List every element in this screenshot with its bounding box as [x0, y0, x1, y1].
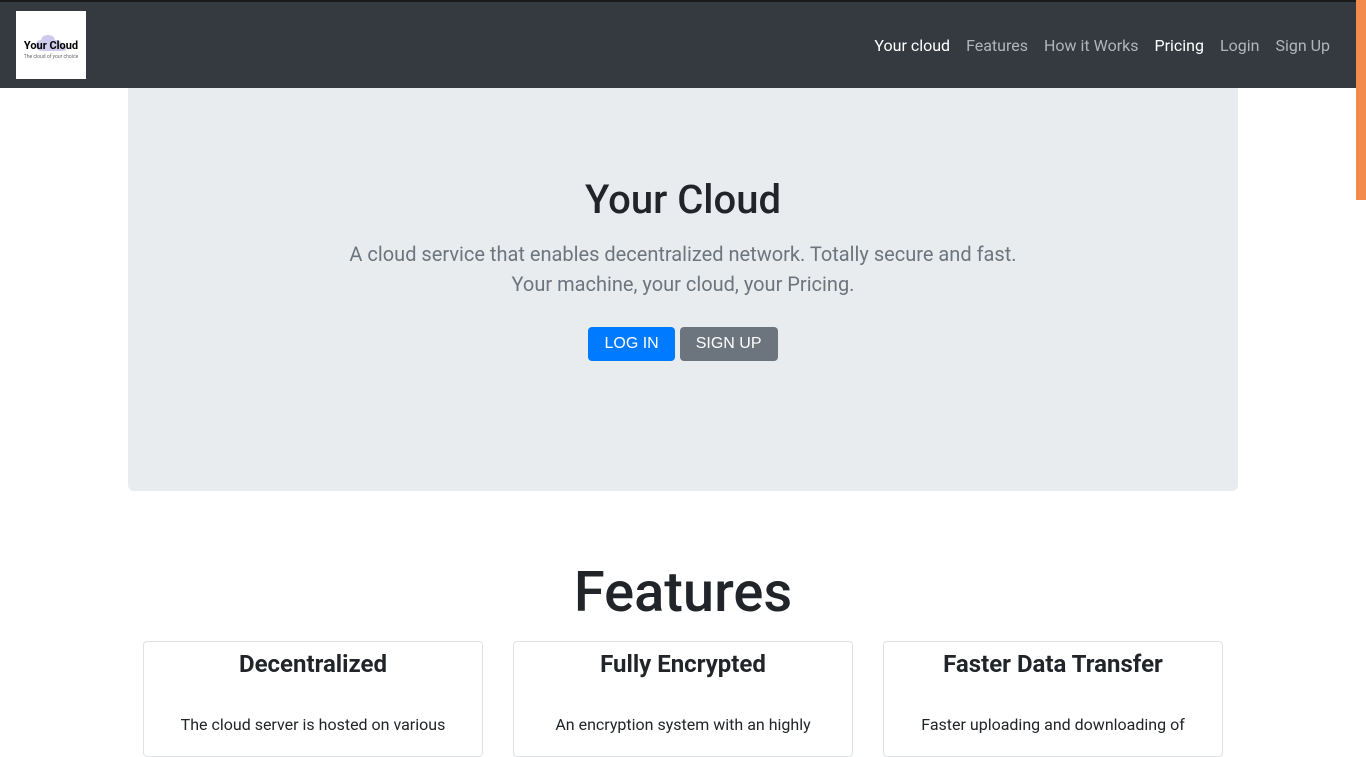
hero-title: Your Cloud — [148, 176, 1218, 223]
logo[interactable]: Your Cloud The cloud of your choice — [16, 11, 86, 79]
feature-desc: The cloud server is hosted on various — [164, 714, 462, 736]
logo-subtext: The cloud of your choice — [24, 54, 79, 60]
logo-text: Your Cloud — [24, 39, 78, 52]
feature-card-decentralized: Decentralized The cloud server is hosted… — [143, 641, 483, 757]
feature-heading: Decentralized — [164, 650, 462, 678]
feature-desc: Faster uploading and downloading of — [904, 714, 1202, 736]
feature-card-encrypted: Fully Encrypted An encryption system wit… — [513, 641, 853, 757]
login-button[interactable]: LOG IN — [588, 327, 674, 361]
features-section: Features Decentralized The cloud server … — [128, 559, 1238, 757]
features-title: Features — [128, 559, 1238, 625]
signup-button[interactable]: SIGN UP — [680, 327, 778, 361]
feature-heading: Fully Encrypted — [534, 650, 832, 678]
main-container: Your Cloud A cloud service that enables … — [128, 88, 1238, 757]
navbar: Your Cloud The cloud of your choice Your… — [0, 2, 1366, 88]
nav-your-cloud[interactable]: Your cloud — [874, 36, 950, 55]
nav-pricing[interactable]: Pricing — [1155, 36, 1205, 55]
feature-heading: Faster Data Transfer — [904, 650, 1202, 678]
feature-card-faster: Faster Data Transfer Faster uploading an… — [883, 641, 1223, 757]
nav-how-it-works[interactable]: How it Works — [1044, 36, 1139, 55]
nav-login[interactable]: Login — [1220, 36, 1259, 55]
nav-features[interactable]: Features — [966, 36, 1028, 55]
feature-desc: An encryption system with an highly — [534, 714, 832, 736]
nav-links: Your cloud Features How it Works Pricing… — [874, 36, 1350, 55]
hero-buttons: LOG IN SIGN UP — [148, 327, 1218, 361]
features-grid: Decentralized The cloud server is hosted… — [128, 641, 1238, 757]
nav-signup[interactable]: Sign Up — [1275, 36, 1330, 55]
hero-subtitle-line2: Your machine, your cloud, your Pricing. — [512, 272, 855, 296]
hero-subtitle-line1: A cloud service that enables decentraliz… — [349, 242, 1016, 266]
scrollbar-thumb[interactable] — [1356, 0, 1366, 200]
hero-subtitle: A cloud service that enables decentraliz… — [148, 239, 1218, 299]
hero-section: Your Cloud A cloud service that enables … — [128, 88, 1238, 491]
